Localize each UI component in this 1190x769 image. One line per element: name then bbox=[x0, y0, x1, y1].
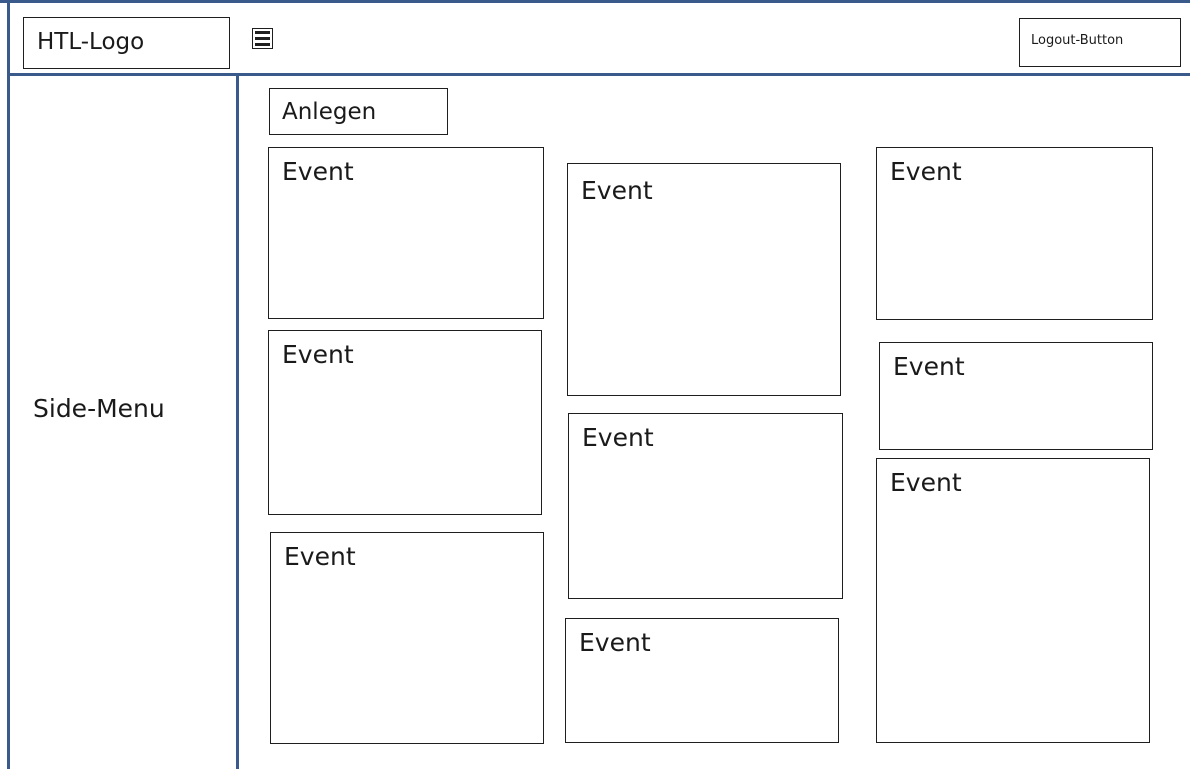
sidebar-divider bbox=[236, 73, 239, 769]
logout-button[interactable]: Logout-Button bbox=[1019, 18, 1181, 67]
event-card[interactable]: Event bbox=[268, 147, 544, 319]
event-card[interactable]: Event bbox=[876, 147, 1153, 320]
event-card[interactable]: Event bbox=[270, 532, 544, 744]
event-card[interactable]: Event bbox=[567, 163, 841, 396]
side-menu[interactable]: Side-Menu bbox=[33, 394, 165, 423]
event-card[interactable]: Event bbox=[879, 342, 1153, 450]
htl-logo[interactable]: HTL-Logo bbox=[23, 17, 230, 69]
event-card[interactable]: Event bbox=[565, 618, 839, 743]
event-card[interactable]: Event bbox=[876, 458, 1150, 743]
event-card[interactable]: Event bbox=[268, 330, 542, 515]
frame-left-border bbox=[7, 0, 10, 769]
create-event-button[interactable]: Anlegen bbox=[269, 88, 448, 135]
hamburger-menu-icon[interactable] bbox=[252, 28, 273, 49]
frame-top-border bbox=[0, 0, 1190, 3]
header-divider bbox=[7, 73, 1190, 76]
event-card[interactable]: Event bbox=[568, 413, 843, 599]
